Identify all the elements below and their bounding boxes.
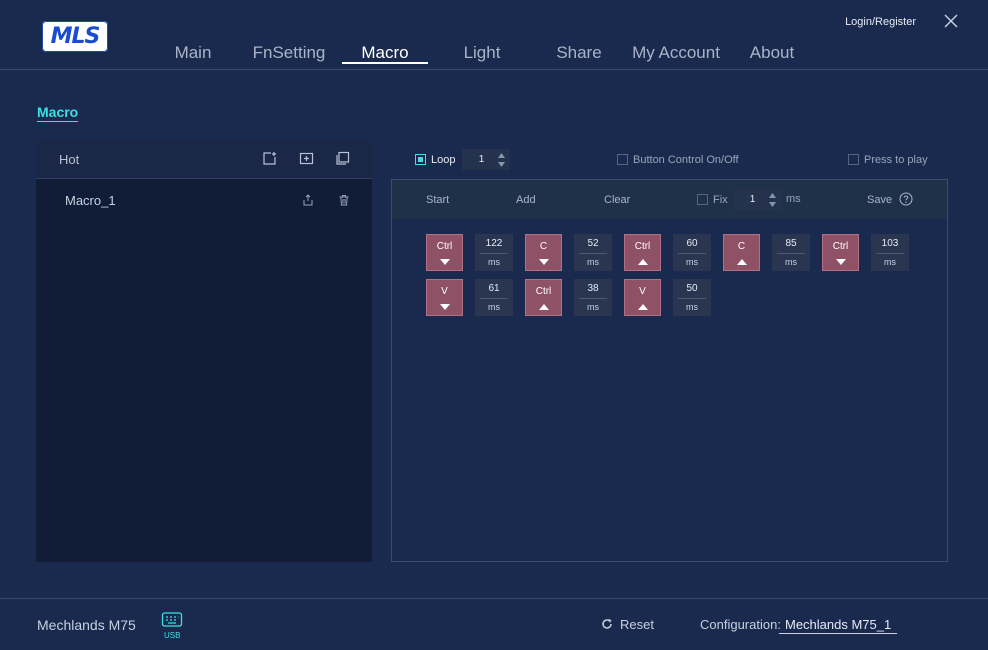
key-name: C xyxy=(737,240,746,252)
key-event[interactable]: V xyxy=(624,279,661,316)
connection-label: USB xyxy=(164,631,181,640)
delay-value: 38 xyxy=(579,283,607,299)
reset-button[interactable]: Reset xyxy=(620,617,654,632)
key-event[interactable]: C xyxy=(723,234,760,271)
fix-delay-checkbox[interactable] xyxy=(697,194,708,205)
delay-value: 50 xyxy=(678,283,706,299)
configuration-selector[interactable]: Mechlands M75_1 xyxy=(779,617,898,634)
button-control-checkbox[interactable] xyxy=(617,154,628,165)
macro-list-header xyxy=(36,140,372,179)
arrow-down-icon xyxy=(835,258,846,265)
help-icon[interactable] xyxy=(899,192,913,206)
arrow-up-icon xyxy=(538,303,549,310)
export-icon[interactable] xyxy=(302,194,314,206)
key-event[interactable]: Ctrl xyxy=(822,234,859,271)
arrow-up-icon xyxy=(637,258,648,265)
press-to-play-checkbox[interactable] xyxy=(848,154,859,165)
save-button[interactable]: Save xyxy=(867,194,892,206)
delay-event[interactable]: 52 ms xyxy=(574,234,612,271)
keyboard-icon xyxy=(161,612,183,627)
delay-unit: ms xyxy=(587,301,599,312)
fix-delay-unit: ms xyxy=(786,193,801,205)
delay-event[interactable]: 60 ms xyxy=(673,234,711,271)
key-name: Ctrl xyxy=(535,285,552,297)
logo-text: MLS xyxy=(50,24,101,49)
delay-event[interactable]: 122 ms xyxy=(475,234,513,271)
key-event[interactable]: Ctrl xyxy=(525,279,562,316)
key-event[interactable]: Ctrl xyxy=(426,234,463,271)
loop-checkbox[interactable] xyxy=(415,154,426,165)
tab-main[interactable]: Main xyxy=(170,43,216,65)
key-name: V xyxy=(441,285,448,297)
fix-delay-label: Fix xyxy=(713,194,728,206)
stepper-arrows-icon[interactable] xyxy=(768,191,777,209)
arrow-up-icon xyxy=(637,303,648,310)
tab-light[interactable]: Light xyxy=(460,43,504,65)
arrow-down-icon xyxy=(439,303,450,310)
copy-icon[interactable] xyxy=(335,151,350,166)
header-divider xyxy=(0,69,988,70)
new-macro-icon[interactable] xyxy=(262,151,277,166)
delay-unit: ms xyxy=(785,256,797,267)
delay-value: 103 xyxy=(876,238,904,254)
delay-event[interactable]: 103 ms xyxy=(871,234,909,271)
start-record-button[interactable]: Start xyxy=(426,194,449,206)
fix-delay-stepper[interactable]: 1 xyxy=(733,189,781,210)
arrow-down-icon xyxy=(439,258,450,265)
reset-icon[interactable] xyxy=(601,618,613,630)
key-name: V xyxy=(639,285,646,297)
press-to-play-label: Press to play xyxy=(864,154,928,166)
active-tab-underline xyxy=(342,62,428,64)
delay-unit: ms xyxy=(686,256,698,267)
fix-delay-value: 1 xyxy=(749,194,756,205)
macro-list-title: Hot xyxy=(59,152,80,167)
delay-unit: ms xyxy=(587,256,599,267)
arrow-up-icon xyxy=(736,258,747,265)
delay-unit: ms xyxy=(884,256,896,267)
tab-fnsetting[interactable]: FnSetting xyxy=(252,43,326,65)
delay-event[interactable]: 50 ms xyxy=(673,279,711,316)
loop-count-stepper[interactable]: 1 xyxy=(462,149,510,170)
clear-button[interactable]: Clear xyxy=(604,194,630,206)
tab-share[interactable]: Share xyxy=(554,43,604,65)
arrow-down-icon xyxy=(538,258,549,265)
delay-unit: ms xyxy=(488,301,500,312)
delay-value: 52 xyxy=(579,238,607,254)
delay-unit: ms xyxy=(686,301,698,312)
macro-list-item[interactable]: Macro_1 xyxy=(65,193,116,208)
delay-value: 122 xyxy=(480,238,508,254)
configuration-label: Configuration: xyxy=(700,617,781,632)
delay-unit: ms xyxy=(488,256,500,267)
key-event[interactable]: Ctrl xyxy=(624,234,661,271)
login-register-link[interactable]: Login/Register xyxy=(845,16,916,28)
delay-value: 85 xyxy=(777,238,805,254)
key-name: C xyxy=(539,240,548,252)
key-name: Ctrl xyxy=(832,240,849,252)
delay-value: 60 xyxy=(678,238,706,254)
mls-logo: MLS xyxy=(42,21,108,52)
tab-about[interactable]: About xyxy=(746,43,798,65)
device-name: Mechlands M75 xyxy=(37,617,136,633)
loop-label: Loop xyxy=(431,154,456,166)
button-control-label: Button Control On/Off xyxy=(633,154,739,166)
delay-event[interactable]: 85 ms xyxy=(772,234,810,271)
key-event[interactable]: V xyxy=(426,279,463,316)
delay-event[interactable]: 61 ms xyxy=(475,279,513,316)
footer-divider xyxy=(0,598,988,599)
loop-count-value: 1 xyxy=(478,154,485,165)
key-name: Ctrl xyxy=(634,240,651,252)
editor-toolbar xyxy=(392,180,947,219)
trash-icon[interactable] xyxy=(338,194,350,206)
section-title: Macro xyxy=(37,104,79,122)
close-icon[interactable] xyxy=(942,12,960,30)
stepper-arrows-icon[interactable] xyxy=(497,151,506,169)
tab-my-account[interactable]: My Account xyxy=(630,43,722,65)
add-button[interactable]: Add xyxy=(516,194,536,206)
delay-value: 61 xyxy=(480,283,508,299)
key-event[interactable]: C xyxy=(525,234,562,271)
delay-event[interactable]: 38 ms xyxy=(574,279,612,316)
import-folder-icon[interactable] xyxy=(299,151,314,166)
key-name: Ctrl xyxy=(436,240,453,252)
